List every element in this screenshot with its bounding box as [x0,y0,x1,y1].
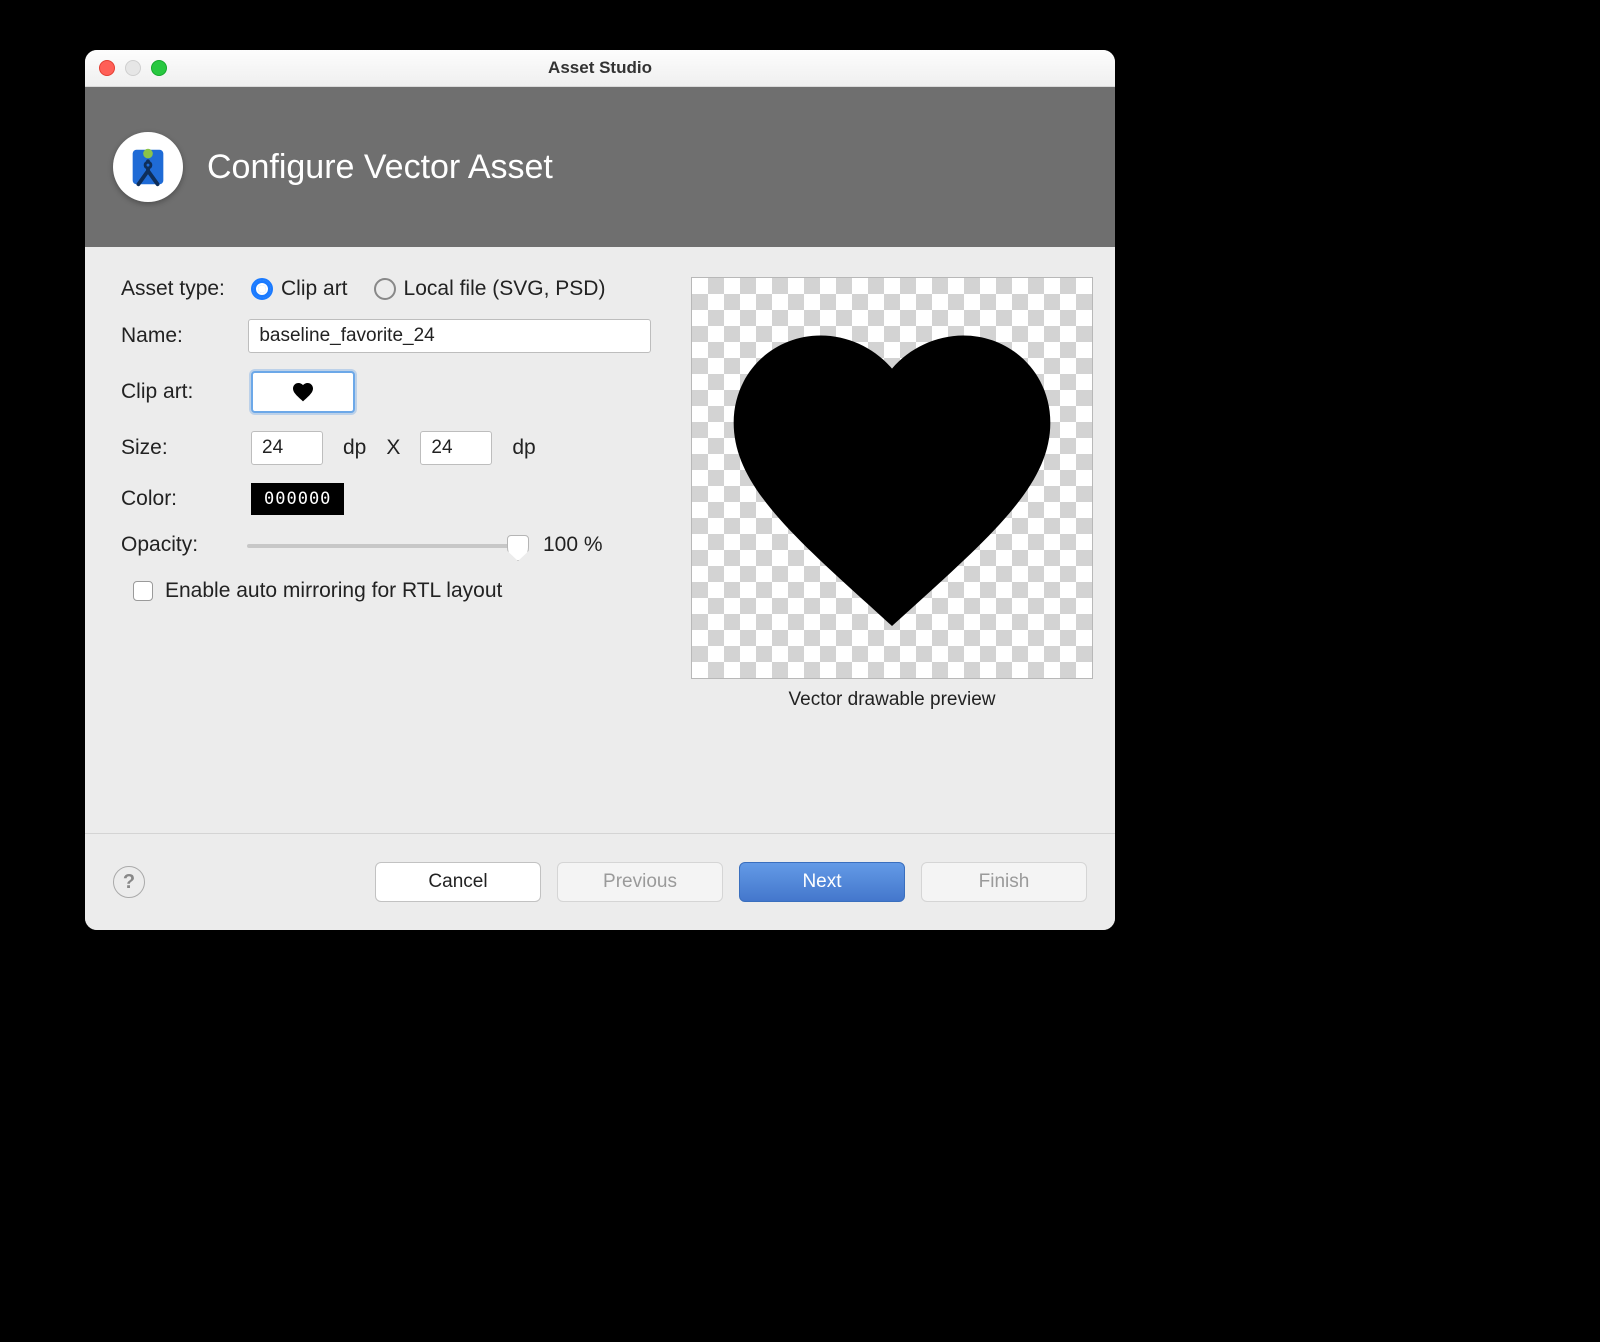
size-row: Size: dp X dp [121,431,651,465]
opacity-label: Opacity: [121,533,231,557]
asset-studio-window: Asset Studio Configure Vector Asset Asse… [85,50,1115,930]
opacity-slider[interactable] [247,535,527,555]
radio-label: Clip art [281,277,348,301]
size-height-input[interactable] [420,431,492,465]
heart-icon [702,288,1082,668]
size-label: Size: [121,436,231,460]
radio-label: Local file (SVG, PSD) [404,277,606,301]
opacity-value: 100 % [543,533,603,557]
window-controls [85,60,167,76]
size-separator: X [386,436,400,460]
zoom-window-button[interactable] [151,60,167,76]
rtl-mirror-checkbox[interactable] [133,581,153,601]
asset-type-local-file-radio[interactable]: Local file (SVG, PSD) [374,277,606,301]
clip-art-row: Clip art: [121,371,651,413]
heart-icon [291,380,315,404]
window-title: Asset Studio [85,58,1115,78]
asset-type-radios: Clip art Local file (SVG, PSD) [251,277,605,301]
asset-type-clip-art-radio[interactable]: Clip art [251,277,348,301]
asset-type-label: Asset type: [121,277,231,301]
help-button[interactable]: ? [113,866,145,898]
cancel-button[interactable]: Cancel [375,862,541,902]
color-label: Color: [121,487,231,511]
preview-caption: Vector drawable preview [789,689,996,711]
opacity-row: Opacity: 100 % [121,533,651,557]
finish-button[interactable]: Finish [921,862,1087,902]
name-input[interactable] [248,319,651,353]
form-panel: Asset type: Clip art Local file (SVG, PS… [121,277,651,802]
rtl-row: Enable auto mirroring for RTL layout [133,579,651,603]
clip-art-picker-button[interactable] [251,371,355,413]
name-row: Name: [121,319,651,353]
close-window-button[interactable] [99,60,115,76]
wizard-title: Configure Vector Asset [207,148,553,187]
slider-thumb-icon[interactable] [507,535,529,561]
android-studio-icon [113,132,183,202]
color-picker[interactable]: 000000 [251,483,344,515]
asset-type-row: Asset type: Clip art Local file (SVG, PS… [121,277,651,301]
previous-button[interactable]: Previous [557,862,723,902]
wizard-content: Asset type: Clip art Local file (SVG, PS… [85,247,1115,812]
color-row: Color: 000000 [121,483,651,515]
name-label: Name: [121,324,228,348]
clip-art-label: Clip art: [121,380,231,404]
wizard-footer: ? Cancel Previous Next Finish [85,833,1115,930]
preview-panel: Vector drawable preview [691,277,1093,802]
rtl-mirror-label: Enable auto mirroring for RTL layout [165,579,502,603]
size-width-input[interactable] [251,431,323,465]
next-button[interactable]: Next [739,862,905,902]
size-height-unit: dp [512,436,535,460]
minimize-window-button[interactable] [125,60,141,76]
preview-canvas [691,277,1093,679]
window-titlebar: Asset Studio [85,50,1115,87]
size-width-unit: dp [343,436,366,460]
wizard-banner: Configure Vector Asset [85,87,1115,247]
